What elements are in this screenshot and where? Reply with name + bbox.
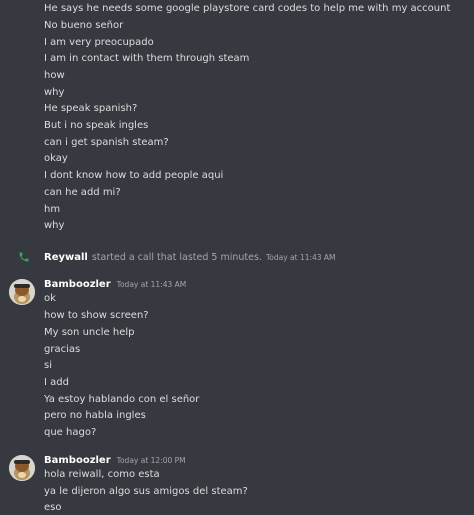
message-line[interactable]: hm — [44, 203, 60, 217]
message-line[interactable]: He says he needs some google playstore c… — [44, 2, 450, 16]
message-line[interactable]: how to show screen? — [44, 309, 149, 323]
message-header: Bamboozler Today at 11:43 AM — [44, 279, 186, 290]
call-timestamp: Today at 11:43 AM — [265, 252, 336, 262]
message-line[interactable]: okay — [44, 152, 68, 166]
phone-icon — [19, 252, 29, 262]
message-line[interactable]: But i no speak ingles — [44, 119, 148, 133]
avatar-image — [9, 279, 35, 305]
author-name[interactable]: Bamboozler — [44, 455, 111, 466]
message-line[interactable]: I am very preocupado — [44, 36, 154, 50]
message-line[interactable]: can i get spanish steam? — [44, 136, 169, 150]
message-line[interactable]: ok — [44, 292, 56, 306]
message-timestamp: Today at 12:00 PM — [116, 456, 186, 465]
message-line[interactable]: He speak spanish? — [44, 102, 137, 116]
call-description: started a call that lasted 5 minutes. — [91, 251, 262, 263]
message-line[interactable]: eso — [44, 501, 61, 515]
author-name[interactable]: Bamboozler — [44, 279, 111, 290]
message-line[interactable]: I am in contact with them through steam — [44, 52, 249, 66]
message-line[interactable]: si — [44, 359, 52, 373]
message-line[interactable]: why — [44, 86, 64, 100]
message-line[interactable]: can he add mi? — [44, 186, 121, 200]
message-line[interactable]: I add — [44, 376, 69, 390]
message-line[interactable]: hola reiwall, como esta — [44, 468, 160, 482]
message-line[interactable]: I dont know how to add people aqui — [44, 169, 223, 183]
message-line[interactable]: No bueno señor — [44, 19, 123, 33]
message-line[interactable]: Ya estoy hablando con el señor — [44, 393, 199, 407]
message-line[interactable]: gracias — [44, 343, 80, 357]
call-user-name[interactable]: Reywall — [44, 252, 88, 263]
message-timestamp: Today at 11:43 AM — [116, 280, 187, 289]
avatar[interactable] — [9, 455, 35, 481]
message-line[interactable]: que hago? — [44, 426, 96, 440]
message-line[interactable]: My son uncle help — [44, 326, 134, 340]
message-header: Bamboozler Today at 12:00 PM — [44, 455, 186, 466]
message-line[interactable]: why — [44, 219, 64, 233]
call-system-message: Reywall started a call that lasted 5 min… — [18, 250, 336, 264]
avatar[interactable] — [9, 279, 35, 305]
message-line[interactable]: ya le dijeron algo sus amigos del steam? — [44, 485, 248, 499]
message-line[interactable]: pero no habla ingles — [44, 409, 146, 423]
avatar-image — [9, 455, 35, 481]
message-line[interactable]: how — [44, 69, 65, 83]
